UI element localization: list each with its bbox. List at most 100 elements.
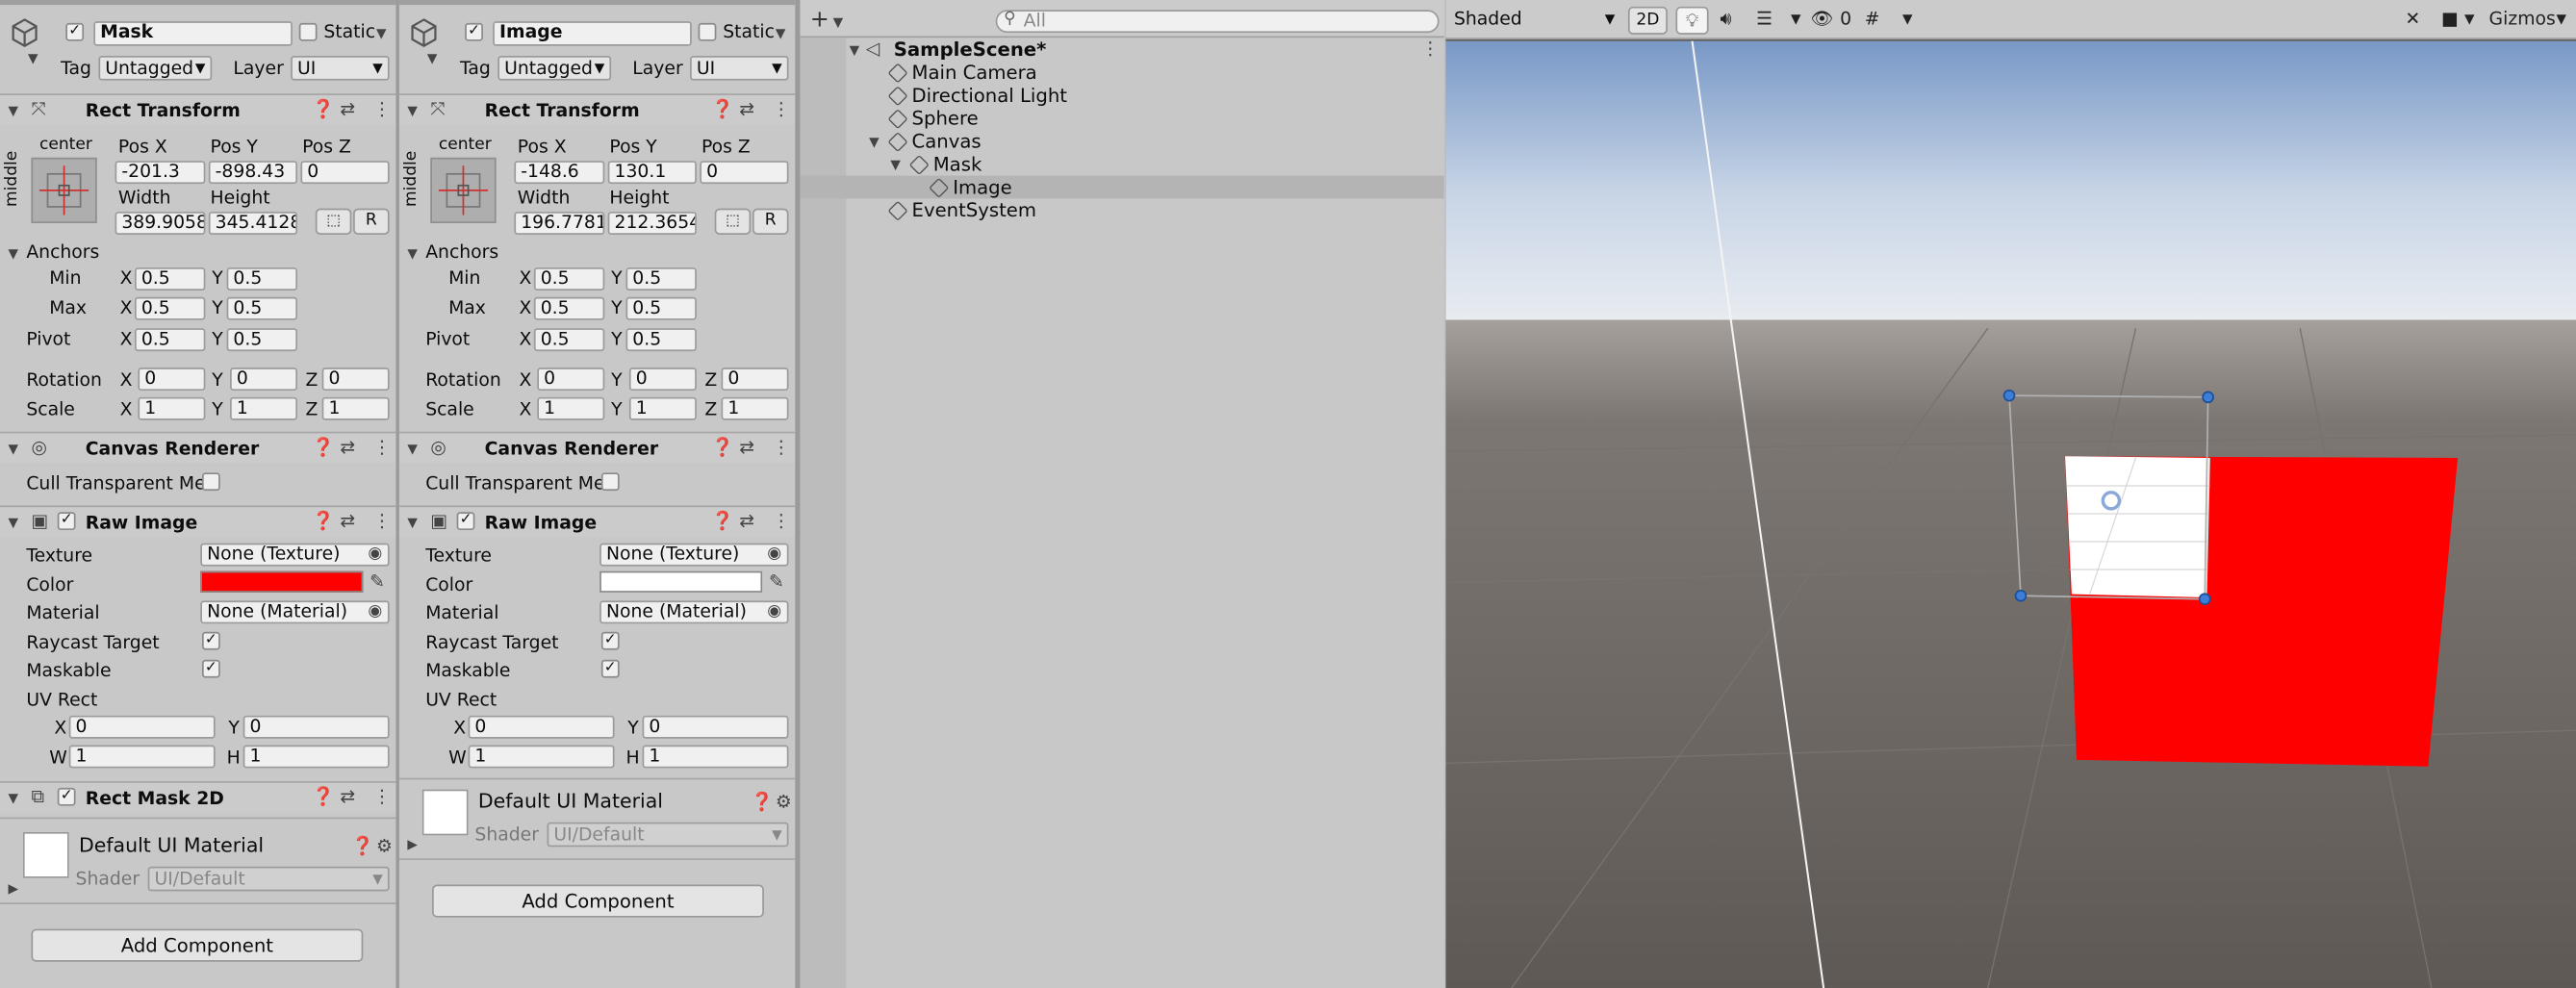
- help-icon[interactable]: ❓: [711, 437, 733, 458]
- height-field[interactable]: 345.4128: [208, 212, 298, 235]
- help-icon[interactable]: ❓: [312, 437, 334, 458]
- pivot-y-field[interactable]: 0.5: [226, 328, 298, 352]
- add-icon[interactable]: +: [810, 7, 829, 33]
- hierarchy-item[interactable]: Directional Light: [800, 84, 1443, 107]
- more-icon[interactable]: ⋮: [373, 98, 392, 119]
- presets-icon[interactable]: ⇄: [340, 511, 355, 532]
- more-icon[interactable]: ⋮: [1421, 38, 1440, 59]
- rot-z-field[interactable]: 0: [721, 367, 789, 392]
- min-x-field[interactable]: 0.5: [134, 267, 206, 291]
- uv-y-field[interactable]: 0: [242, 715, 390, 739]
- help-icon[interactable]: ❓: [312, 786, 334, 807]
- gizmos-dropdown-icon[interactable]: ▼: [2557, 5, 2567, 35]
- help-icon[interactable]: ❓: [312, 98, 334, 119]
- effects-toggle-icon[interactable]: ☰: [1756, 5, 1773, 35]
- uv-h-field[interactable]: 1: [242, 745, 390, 769]
- layer-dropdown[interactable]: UI ▼: [291, 56, 390, 81]
- more-icon[interactable]: ⋮: [373, 511, 392, 532]
- image-white-area[interactable]: [2065, 456, 2210, 597]
- rot-x-field[interactable]: 0: [138, 367, 206, 392]
- help-icon[interactable]: ❓: [711, 511, 733, 532]
- grid-dropdown-icon[interactable]: ▼: [1902, 5, 1913, 35]
- scene-view[interactable]: Shaded ▼ 2D 💡︎ 🔊︎ ☰ ▼ 👁︎ 0 # ▼ ✕ ■ ▼ Gizm…: [1445, 0, 2576, 988]
- add-component-button[interactable]: Add Component: [432, 884, 764, 918]
- corner-handle[interactable]: [2202, 391, 2214, 404]
- hierarchy-search-input[interactable]: All: [995, 10, 1440, 34]
- static-checkbox[interactable]: [298, 22, 318, 41]
- maskable-checkbox[interactable]: ✓: [201, 659, 220, 678]
- rect-transform-header[interactable]: ▼ ⤧ Rect Transform ❓ ⇄ ⋮: [398, 93, 796, 125]
- help-icon[interactable]: ❓: [312, 511, 334, 532]
- help-icon[interactable]: ❓: [751, 791, 773, 812]
- min-x-field[interactable]: 0.5: [533, 267, 605, 291]
- posy-field[interactable]: 130.1: [607, 161, 697, 185]
- 2d-toggle-button[interactable]: 2D: [1627, 6, 1668, 35]
- material-field[interactable]: None (Material): [599, 600, 789, 624]
- presets-icon[interactable]: ⇄: [739, 511, 754, 532]
- anchor-presets-button[interactable]: [31, 157, 97, 224]
- anchors-fold-icon[interactable]: ▼: [407, 246, 418, 261]
- height-field[interactable]: 212.3654: [607, 212, 697, 235]
- uv-y-field[interactable]: 0: [642, 715, 789, 739]
- hierarchy-item-selected[interactable]: Image: [800, 175, 1444, 199]
- settings-icon[interactable]: ⚙: [376, 835, 393, 856]
- static-checkbox[interactable]: [698, 22, 717, 41]
- min-y-field[interactable]: 0.5: [226, 267, 298, 291]
- shading-mode-dropdown[interactable]: Shaded ▼: [1449, 9, 1620, 34]
- hierarchy-item[interactable]: ▼ Canvas: [800, 130, 1443, 153]
- raw-edit-button[interactable]: R: [353, 208, 390, 235]
- object-picker-icon[interactable]: ◉: [767, 602, 781, 621]
- scale-y-field[interactable]: 1: [230, 396, 298, 420]
- add-dropdown-icon[interactable]: ▼: [833, 14, 844, 29]
- posx-field[interactable]: -148.6: [514, 161, 605, 185]
- tag-dropdown[interactable]: Untagged ▼: [497, 56, 612, 81]
- collapse-icon[interactable]: ▼: [407, 442, 418, 456]
- object-name-field[interactable]: Mask: [93, 21, 293, 46]
- pivot-x-field[interactable]: 0.5: [134, 328, 206, 352]
- pivot-x-field[interactable]: 0.5: [533, 328, 605, 352]
- blueprint-mode-button[interactable]: ⬚: [714, 208, 752, 235]
- uv-h-field[interactable]: 1: [642, 745, 789, 769]
- corner-handle[interactable]: [2014, 589, 2028, 602]
- max-y-field[interactable]: 0.5: [226, 296, 298, 320]
- effects-dropdown-icon[interactable]: ▼: [1791, 5, 1801, 35]
- rect-mask-header[interactable]: ▼ ⧉ ✓ Rect Mask 2D ❓ ⇄ ⋮: [0, 781, 396, 813]
- tag-dropdown[interactable]: Untagged ▼: [98, 56, 213, 81]
- corner-handle[interactable]: [2198, 593, 2211, 606]
- uv-w-field[interactable]: 1: [68, 745, 216, 769]
- static-dropdown-icon[interactable]: ▼: [376, 26, 387, 40]
- expand-icon[interactable]: ▶: [407, 837, 418, 851]
- presets-icon[interactable]: ⇄: [340, 786, 355, 807]
- pivot-y-field[interactable]: 0.5: [625, 328, 697, 352]
- uv-x-field[interactable]: 0: [68, 715, 216, 739]
- hidden-objects-icon[interactable]: 👁︎: [1810, 5, 1833, 35]
- component-enabled-checkbox[interactable]: ✓: [57, 787, 76, 806]
- scale-x-field[interactable]: 1: [138, 396, 206, 420]
- hierarchy-item[interactable]: Sphere: [800, 107, 1443, 130]
- scale-y-field[interactable]: 1: [628, 396, 697, 420]
- posx-field[interactable]: -201.3: [115, 161, 206, 185]
- collapse-icon[interactable]: ▼: [9, 791, 19, 805]
- canvas-renderer-header[interactable]: ▼ ◎ Canvas Renderer ❓ ⇄ ⋮: [0, 431, 396, 464]
- max-y-field[interactable]: 0.5: [625, 296, 697, 320]
- posy-field[interactable]: -898.43: [208, 161, 298, 185]
- help-icon[interactable]: ❓: [711, 98, 733, 119]
- scale-z-field[interactable]: 1: [721, 396, 789, 420]
- maskable-checkbox[interactable]: ✓: [600, 659, 620, 678]
- canvas-renderer-header[interactable]: ▼ ◎ Canvas Renderer ❓ ⇄ ⋮: [398, 431, 796, 464]
- max-x-field[interactable]: 0.5: [134, 296, 206, 320]
- settings-icon[interactable]: ⚙: [776, 791, 792, 812]
- presets-icon[interactable]: ⇄: [340, 98, 355, 119]
- more-icon[interactable]: ⋮: [373, 786, 392, 807]
- caret-down-icon[interactable]: ▼: [28, 51, 38, 65]
- expand-icon[interactable]: ▼: [850, 42, 860, 57]
- anchor-presets-button[interactable]: [430, 157, 497, 224]
- scale-x-field[interactable]: 1: [537, 396, 605, 420]
- layer-dropdown[interactable]: UI ▼: [690, 56, 789, 81]
- hierarchy-item[interactable]: Main Camera: [800, 61, 1443, 84]
- material-field[interactable]: None (Material): [200, 600, 390, 624]
- shader-dropdown[interactable]: UI/Default ▼: [147, 866, 390, 892]
- raw-image-header[interactable]: ▼ ▣ ✓ Raw Image ❓ ⇄ ⋮: [398, 505, 796, 537]
- presets-icon[interactable]: ⇄: [739, 98, 754, 119]
- rot-x-field[interactable]: 0: [537, 367, 605, 392]
